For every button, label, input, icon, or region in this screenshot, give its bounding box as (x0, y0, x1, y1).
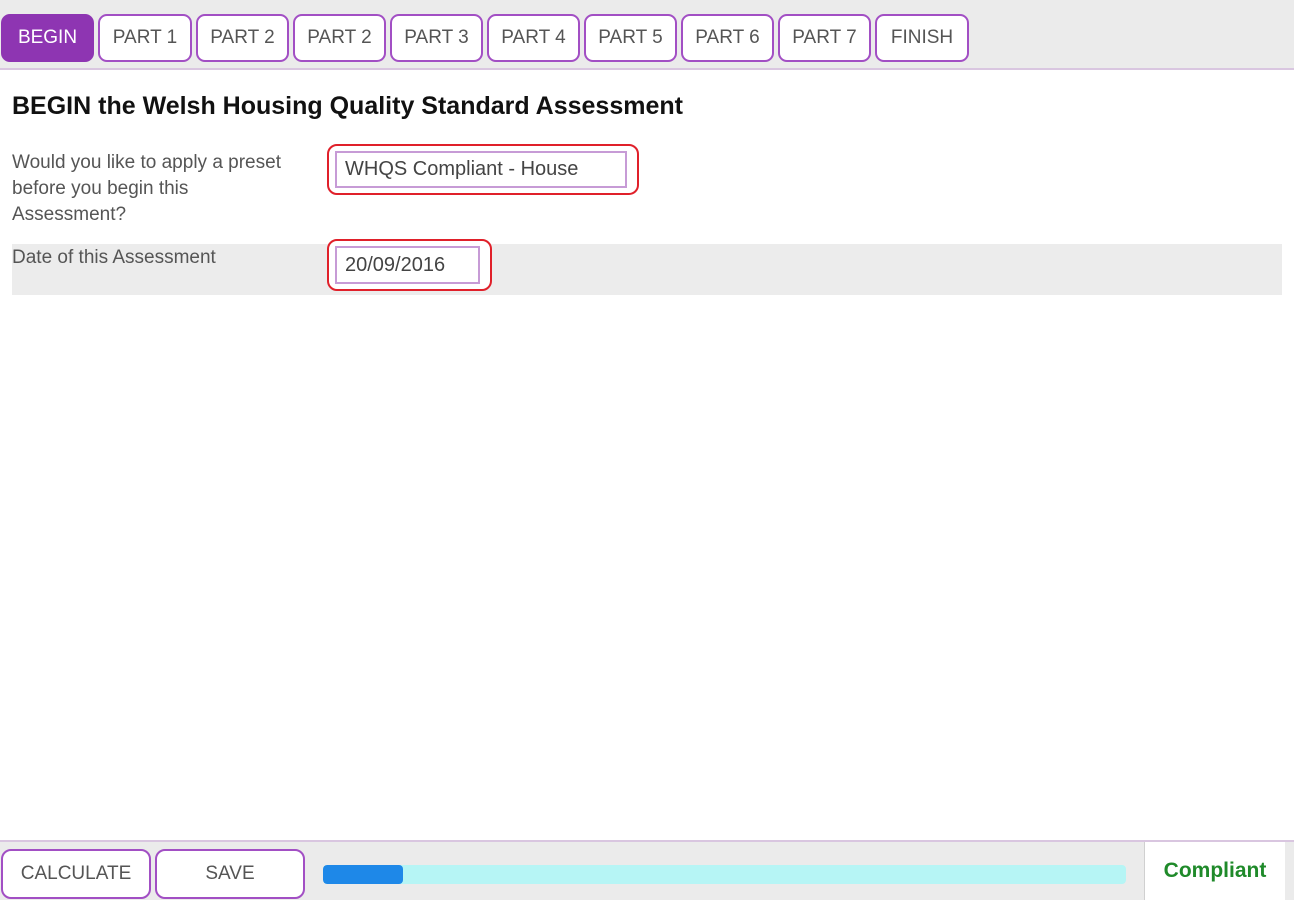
tab-part-5[interactable]: PART 5 (584, 14, 677, 62)
tab-part-2b[interactable]: PART 2 (293, 14, 386, 62)
tab-bar: BEGIN PART 1 PART 2 PART 2 PART 3 PART 4… (0, 0, 1294, 70)
page-title: BEGIN the Welsh Housing Quality Standard… (12, 92, 683, 120)
date-field[interactable] (335, 246, 480, 284)
tab-part-3[interactable]: PART 3 (390, 14, 483, 62)
tabs: BEGIN PART 1 PART 2 PART 2 PART 3 PART 4… (1, 14, 969, 62)
preset-select[interactable] (335, 151, 627, 188)
progress-fill (323, 865, 404, 884)
tab-part-1[interactable]: PART 1 (98, 14, 192, 62)
save-button[interactable]: SAVE (155, 849, 305, 899)
tab-finish[interactable]: FINISH (875, 14, 969, 62)
tab-part-4[interactable]: PART 4 (487, 14, 580, 62)
bottom-bar: CALCULATE SAVE Compliant (0, 840, 1294, 900)
progress-bar (323, 865, 1126, 884)
tab-begin[interactable]: BEGIN (1, 14, 94, 62)
status-label: Compliant (1144, 842, 1285, 900)
calculate-button[interactable]: CALCULATE (1, 849, 151, 899)
preset-highlight (327, 144, 639, 195)
tab-part-2[interactable]: PART 2 (196, 14, 289, 62)
preset-label-line-1: Would you like to apply a preset (12, 152, 281, 173)
preset-label-line-3: Assessment? (12, 204, 127, 225)
date-label: Date of this Assessment (12, 247, 216, 268)
date-highlight (327, 239, 492, 291)
preset-label-line-2: before you begin this (12, 178, 189, 199)
tab-part-7[interactable]: PART 7 (778, 14, 871, 62)
tab-part-6[interactable]: PART 6 (681, 14, 774, 62)
preset-label: Would you like to apply a preset before … (12, 150, 332, 228)
